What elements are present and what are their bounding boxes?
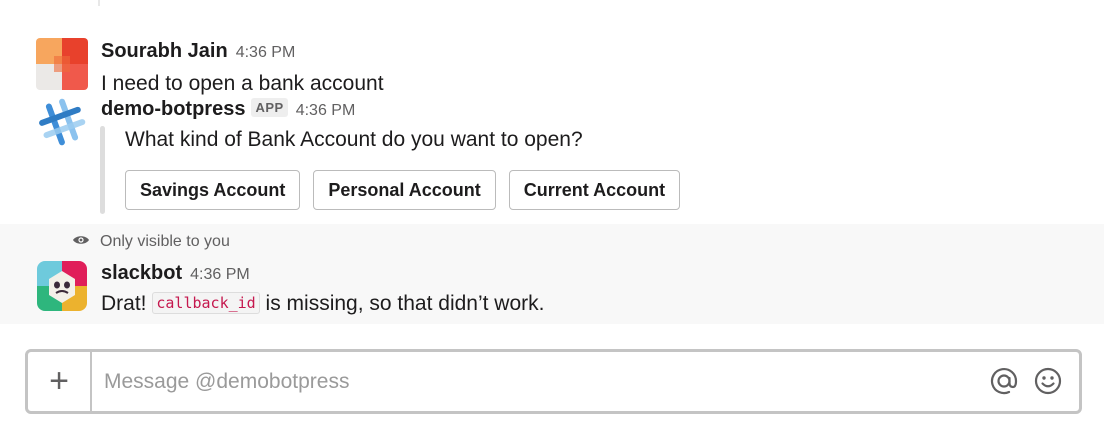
message-text: Drat! callback_id is missing, so that di… — [101, 292, 544, 316]
message-composer: + — [25, 349, 1082, 414]
author-name[interactable]: demo-botpress — [101, 98, 245, 120]
bot-avatar[interactable] — [36, 96, 88, 148]
attachment-text: What kind of Bank Account do you want to… — [125, 128, 583, 151]
visibility-note-text: Only visible to you — [100, 233, 230, 250]
visibility-note: Only visible to you — [72, 233, 230, 251]
avatar[interactable] — [36, 38, 88, 90]
current-account-button[interactable]: Current Account — [508, 170, 681, 210]
eye-icon — [72, 233, 100, 251]
message-slackbot-ephemeral: Only visible to you slackbot 4:36 PM Drat… — [0, 224, 1104, 324]
message-demo-botpress: demo-botpress APP 4:36 PM What kind of Ban… — [0, 92, 1104, 220]
attachment-actions: Savings Account Personal Account Current… — [125, 170, 681, 210]
author-name[interactable]: slackbot — [101, 262, 182, 284]
inline-code: callback_id — [152, 292, 260, 314]
attach-plus-button[interactable]: + — [28, 352, 92, 411]
slackbot-avatar[interactable] — [37, 261, 87, 311]
text-after: is missing, so that didn’t work. — [265, 292, 545, 315]
thread-divider — [98, 0, 100, 6]
author-name[interactable]: Sourabh Jain — [101, 40, 228, 62]
message-sourabh: Sourabh Jain 4:36 PM I need to open a ban… — [0, 18, 1104, 95]
app-badge: APP — [251, 98, 288, 117]
timestamp[interactable]: 4:36 PM — [190, 266, 250, 283]
emoji-icon[interactable] — [1033, 366, 1063, 396]
mention-icon[interactable] — [989, 366, 1019, 396]
timestamp[interactable]: 4:36 PM — [236, 44, 296, 61]
attachment-bar — [100, 126, 105, 214]
savings-account-button[interactable]: Savings Account — [125, 170, 301, 210]
plus-icon: + — [49, 362, 69, 400]
personal-account-button[interactable]: Personal Account — [313, 170, 496, 210]
text-before: Drat! — [101, 292, 147, 315]
timestamp[interactable]: 4:36 PM — [296, 102, 356, 119]
message-input[interactable] — [102, 361, 976, 403]
